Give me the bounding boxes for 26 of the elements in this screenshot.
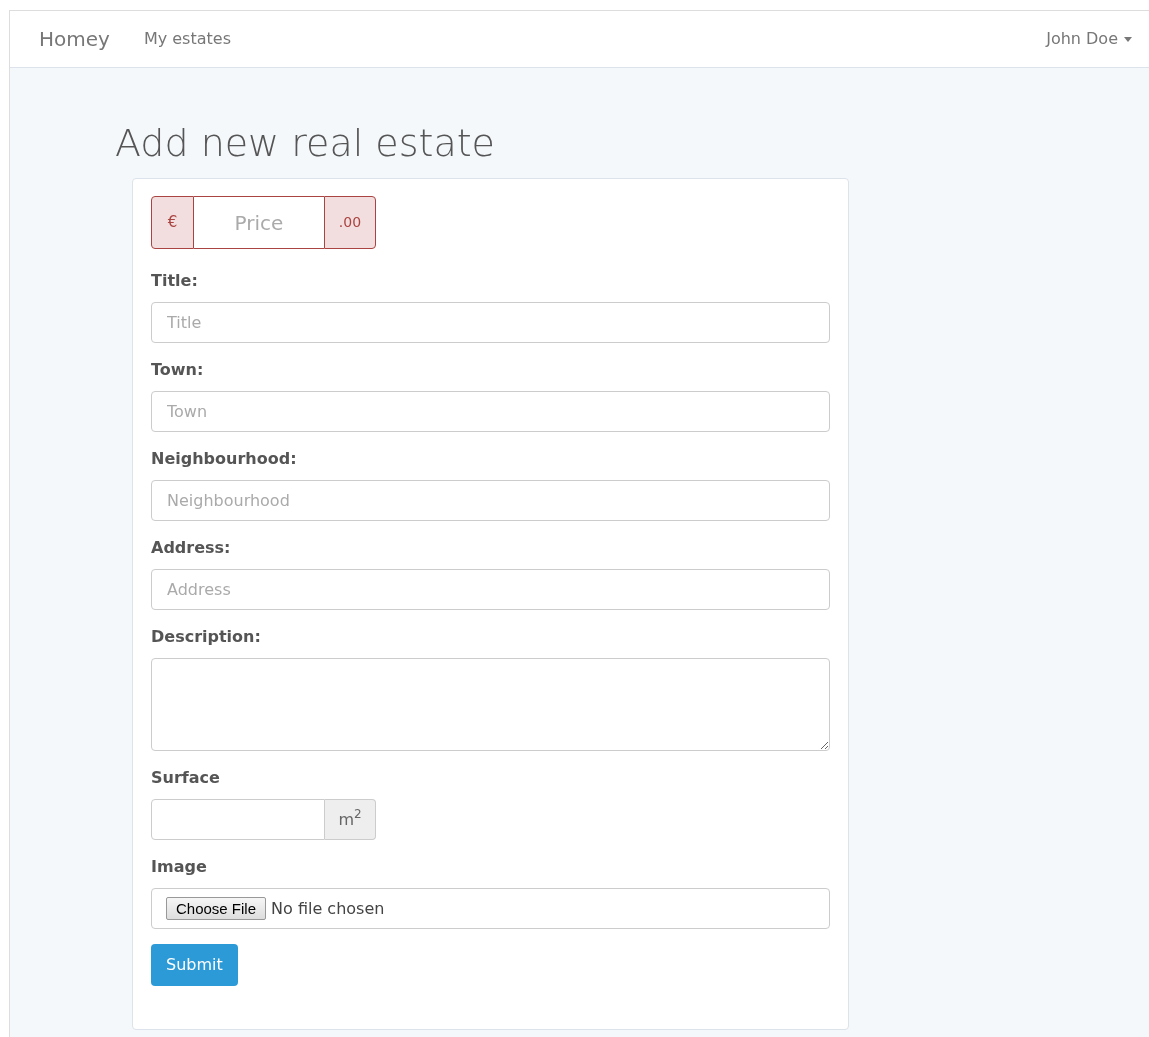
submit-button[interactable]: Submit (151, 944, 238, 986)
brand-link[interactable]: Homey (39, 24, 110, 54)
unit-addon: m$^{2}$ (325, 799, 376, 840)
text-input[interactable]: Town (151, 391, 830, 432)
text-input[interactable]: Neighbourhood (151, 480, 830, 521)
price-input[interactable]: Price (194, 196, 324, 249)
file-input[interactable]: Choose File No file chosen (151, 888, 830, 929)
field-label: Title: (151, 270, 199, 292)
caret-icon (1124, 36, 1132, 42)
page-title: Add new real estate (115, 120, 496, 167)
field-label: Address: (151, 537, 232, 559)
field-label: Image (151, 856, 208, 878)
user-menu[interactable]: John Doe (1046, 27, 1132, 51)
choose-file-button[interactable]: Choose File (166, 897, 267, 920)
field-label: Surface (151, 767, 221, 789)
text-input[interactable]: Title (151, 302, 830, 343)
currency-addon: € (151, 196, 194, 249)
nav-link[interactable]: My estates (143, 27, 231, 51)
text-input[interactable]: Address (151, 569, 830, 610)
field-label: Town: (151, 359, 205, 381)
cents-addon: .00 (324, 196, 376, 249)
field-label: Neighbourhood: (151, 448, 298, 470)
description-input[interactable] (151, 658, 830, 751)
field-label: Description: (151, 626, 262, 648)
file-status: No file chosen (271, 897, 385, 920)
surface-input[interactable] (151, 799, 325, 840)
